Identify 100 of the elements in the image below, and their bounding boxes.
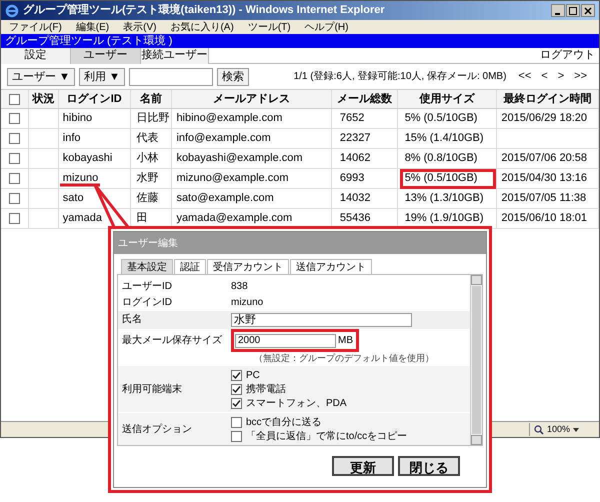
pager-link[interactable]: << [518, 68, 532, 85]
checkbox[interactable] [8, 193, 20, 204]
dialog-tab[interactable]: 認証 [174, 259, 206, 274]
nav-tab[interactable]: ユーザー [71, 48, 141, 64]
unit-label: MB [338, 334, 354, 348]
table-cell-text: 14062 [340, 151, 370, 166]
field-label: 利用可能端末 [121, 382, 183, 396]
table-cell-text: 14032 [340, 191, 370, 206]
zoom-control[interactable]: 100% [528, 422, 579, 436]
nav-tab[interactable]: 接続ユーザー [141, 48, 209, 64]
table-cell-text: kobayashi@example.com [176, 151, 303, 166]
name-input[interactable]: 水野 [231, 312, 412, 327]
close-icon[interactable] [581, 4, 595, 17]
table-cell-text: 13% (1.3/10GB) [404, 191, 484, 206]
table-cell-text: 2015/07/05 11:38 [501, 191, 586, 206]
window-title: グループ管理ツール(テスト環境(taiken13)) - Windows Internet Explorer [23, 2, 385, 18]
table-cell-text: 田 [136, 211, 148, 226]
menu-item[interactable]: 編集(E) [76, 20, 110, 34]
column-header: 状況 [28, 90, 59, 108]
column-header: 最終ログイン時間 [497, 90, 600, 108]
field-value: 838 [231, 280, 248, 294]
table-cell-text: 7652 [340, 111, 364, 126]
checkbox[interactable] [231, 370, 242, 380]
table-cell-text: mizuno [62, 171, 98, 186]
summary-text: 1/1 (登録:6人, 登録可能:10人, 保存メール: 0MB) [294, 70, 506, 84]
dialog-title: ユーザー編集 [114, 232, 486, 254]
pager-link[interactable]: >> [574, 68, 587, 85]
option-label: bccで自分に送る [246, 416, 322, 430]
menu-item[interactable]: ファイル(F) [9, 20, 62, 34]
app-header: グループ管理ツール (テスト環境 ) [1, 34, 599, 48]
checkbox[interactable] [8, 153, 20, 164]
checkbox[interactable] [8, 133, 20, 144]
checkbox[interactable] [231, 384, 242, 394]
checkbox[interactable] [231, 398, 242, 408]
table-cell-text: yamada@example.com [176, 211, 292, 226]
nav-tab[interactable]: 設定 [1, 48, 71, 64]
option-label: 携帯電話 [246, 382, 286, 396]
option-label: 「全員に返信」で常にto/ccをコピー [246, 430, 408, 444]
column-header: 使用サイズ [398, 90, 498, 108]
checkbox[interactable] [231, 430, 242, 442]
logout-link[interactable]: ログアウト [540, 47, 599, 64]
menu-item[interactable]: ツール(T) [248, 20, 291, 34]
table-cell-text: hibino@example.com [176, 111, 282, 126]
table-cell-text: 6993 [340, 171, 364, 186]
search-button[interactable]: 検索 [216, 68, 249, 86]
table-cell-text: 佐藤 [136, 190, 159, 206]
dialog-tab[interactable]: 基本設定 [121, 259, 173, 274]
dialog-button[interactable]: 更新 [332, 456, 394, 476]
table-cell-text: 8% (0.8/10GB) [404, 151, 478, 166]
table-cell-text: kobayashi [62, 151, 112, 166]
field-value: mizuno [231, 296, 264, 310]
table-cell-text: 2015/04/30 13:16 [501, 171, 587, 186]
menu-item[interactable]: 表示(V) [123, 20, 156, 34]
size-input[interactable]: 2000 [235, 334, 336, 348]
column-header: ログインID [58, 90, 131, 108]
checkbox[interactable] [231, 416, 242, 428]
column-header: メール総数 [332, 90, 398, 108]
menu-item[interactable]: お気に入り(A) [170, 20, 234, 34]
table-cell-text: 2015/06/10 18:01 [501, 211, 587, 226]
dialog-tab[interactable]: 受信アカウント [207, 259, 289, 274]
field-label: 氏名 [121, 312, 143, 328]
field-label: ログインID [121, 296, 173, 310]
hint-text: （無設定：グループのデフォルト値を使用） [254, 352, 434, 364]
table-cell-text: mizuno@example.com [176, 171, 288, 186]
pager-link[interactable]: < [541, 68, 548, 85]
search-input[interactable] [128, 68, 213, 86]
column-header: 名前 [130, 90, 172, 108]
menu-item[interactable]: ヘルプ(H) [304, 20, 348, 34]
table-cell-text: 2015/06/29 18:20 [501, 111, 587, 126]
minimize-icon[interactable] [551, 4, 565, 17]
checkbox[interactable] [8, 113, 20, 124]
checkbox[interactable] [8, 94, 20, 104]
pager-link[interactable]: > [558, 68, 564, 85]
dialog-button[interactable]: 閉じる [398, 456, 460, 476]
dialog-tab[interactable]: 送信アカウント [290, 259, 372, 274]
checkbox[interactable] [8, 173, 20, 184]
browser-logo-icon [5, 4, 19, 18]
table-cell-text: yamada [62, 211, 102, 226]
field-label: 送信オプション [121, 422, 193, 436]
table-cell-text: hibino [62, 111, 92, 126]
table-cell-text: 5% (0.5/10GB) [404, 171, 478, 186]
zoom-icon [534, 424, 544, 434]
maximize-icon[interactable] [566, 4, 580, 17]
field-label: 最大メール保存サイズ [121, 334, 223, 348]
table-cell-text: sato@example.com [176, 191, 274, 206]
filter-dropdown[interactable]: ユーザー ▼ [7, 68, 75, 86]
table-cell-text: 2015/07/06 20:58 [501, 151, 587, 166]
table-cell-text: sato [62, 191, 84, 206]
table-cell-text: 5% (0.5/10GB) [404, 111, 478, 126]
caret-icon [573, 428, 579, 432]
field-label: ユーザーID [121, 280, 173, 294]
table-cell-text: 水野 [136, 171, 159, 186]
table-cell-text: 代表 [136, 131, 159, 146]
table-cell-text: info [62, 131, 81, 146]
filter-dropdown[interactable]: 利用 ▼ [78, 68, 125, 86]
table-cell-text: info@example.com [176, 131, 271, 146]
checkbox[interactable] [8, 213, 20, 224]
table-cell-text: 15% (1.4/10GB) [404, 131, 484, 146]
scrollbar[interactable] [470, 275, 482, 445]
option-label: スマートフォン、PDA [246, 396, 347, 410]
